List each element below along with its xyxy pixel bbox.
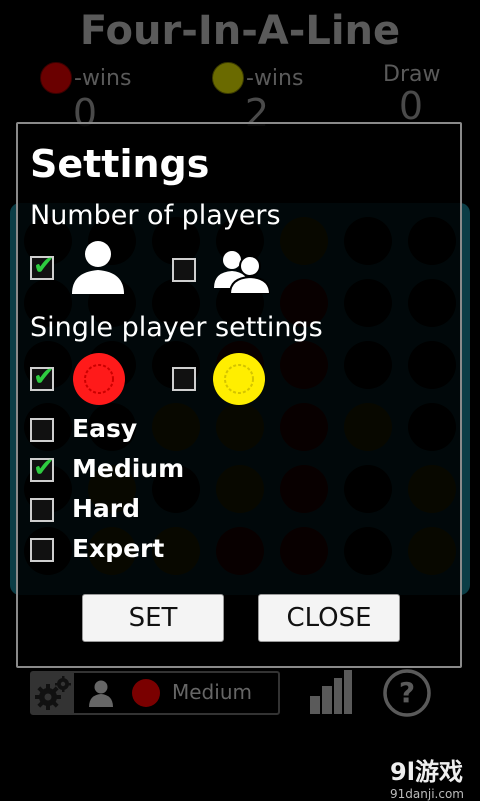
yellow-disc-icon <box>212 62 244 94</box>
set-button[interactable]: SET <box>82 594 224 642</box>
draw-count: 0 <box>398 84 424 128</box>
gear-icon <box>35 676 71 710</box>
red-wins-label: -wins <box>74 65 132 91</box>
close-button[interactable]: CLOSE <box>258 594 400 642</box>
current-disc-icon <box>132 679 160 707</box>
hard-label: Hard <box>72 494 141 523</box>
easy-checkbox[interactable] <box>30 418 54 442</box>
hard-checkbox[interactable] <box>30 498 54 522</box>
red-first-checkbox[interactable]: ✔ <box>30 363 55 391</box>
svg-text:?: ? <box>399 676 415 709</box>
medium-label: Medium <box>72 454 185 483</box>
settings-gear-button[interactable] <box>32 673 74 713</box>
two-players-icon <box>214 251 270 294</box>
watermark-url: 91danji.com <box>390 787 464 801</box>
single-player-icon <box>72 241 124 294</box>
red-score: -wins 0 <box>40 62 140 132</box>
dialog-title: Settings <box>30 142 210 186</box>
app-title: Four-In-A-Line <box>79 8 401 54</box>
players-section-label: Number of players <box>30 200 281 231</box>
player-icon <box>89 680 113 707</box>
draw-score: Draw 0 <box>383 62 443 128</box>
yellow-first-checkbox[interactable] <box>172 367 196 391</box>
player-status-bar[interactable]: Medium <box>30 671 280 715</box>
checkmark-icon: ✔ <box>33 362 55 392</box>
medium-checkbox[interactable]: ✔ <box>30 454 55 482</box>
easy-label: Easy <box>72 414 138 443</box>
yellow-wins-label: -wins <box>246 65 304 91</box>
red-disc-icon <box>40 62 72 94</box>
checkmark-icon: ✔ <box>33 251 55 281</box>
yellow-disc-option-icon <box>213 353 265 405</box>
two-player-checkbox[interactable] <box>172 258 196 282</box>
expert-checkbox[interactable] <box>30 538 54 562</box>
settings-dialog: Settings Number of players ✔ Single play… <box>16 122 462 668</box>
level-label: Medium <box>172 680 252 704</box>
stats-icon[interactable] <box>308 668 354 716</box>
watermark: 9l游戏 91danji.com <box>390 752 464 801</box>
checkmark-icon: ✔ <box>33 453 55 483</box>
expert-label: Expert <box>72 534 165 563</box>
one-player-checkbox[interactable]: ✔ <box>30 252 55 280</box>
single-player-section-label: Single player settings <box>30 312 323 343</box>
red-disc-option-icon <box>73 353 125 405</box>
help-icon[interactable]: ? <box>382 668 432 718</box>
yellow-score: -wins 2 <box>212 62 322 132</box>
watermark-brand: 9l游戏 <box>390 758 463 786</box>
